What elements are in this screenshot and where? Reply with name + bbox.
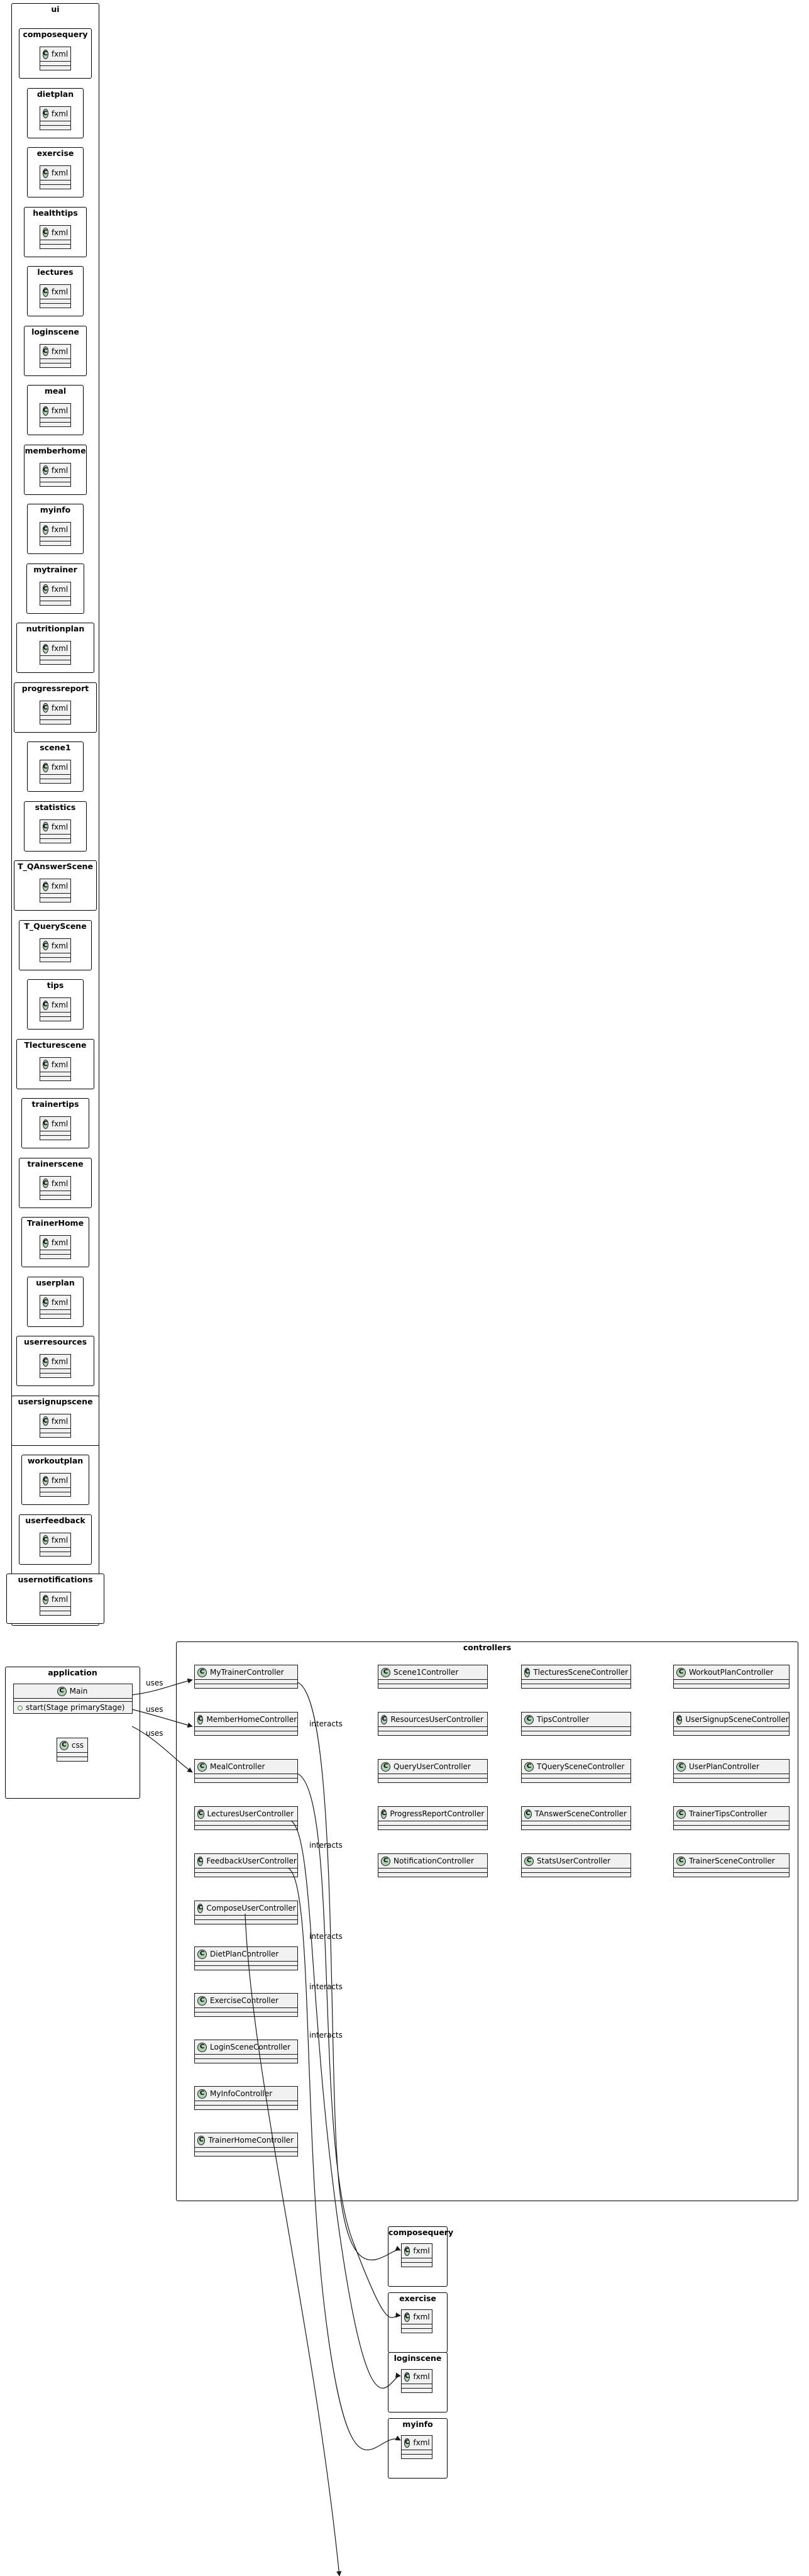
edge-label-interacts: interacts	[309, 1982, 343, 1991]
edge-label-interacts: interacts	[309, 1719, 343, 1728]
edge-label-interacts: interacts	[309, 2031, 343, 2040]
edge-label-uses: uses	[146, 1729, 163, 1738]
edge-label-uses: uses	[146, 1705, 163, 1714]
edge-interacts-trainerhome	[245, 1913, 342, 2576]
edge-label-interacts: interacts	[309, 1932, 343, 1941]
edge-label-interacts: interacts	[309, 1841, 343, 1850]
edge-label-uses: uses	[146, 1679, 163, 1687]
edges-layer: uses uses uses interacts interacts interacts i…	[131, 1678, 401, 2576]
edge-interacts-myinfo	[287, 1867, 401, 2451]
edge-interacts-loginscene	[290, 1820, 401, 2389]
edge-interacts-composequery	[297, 1682, 401, 2261]
